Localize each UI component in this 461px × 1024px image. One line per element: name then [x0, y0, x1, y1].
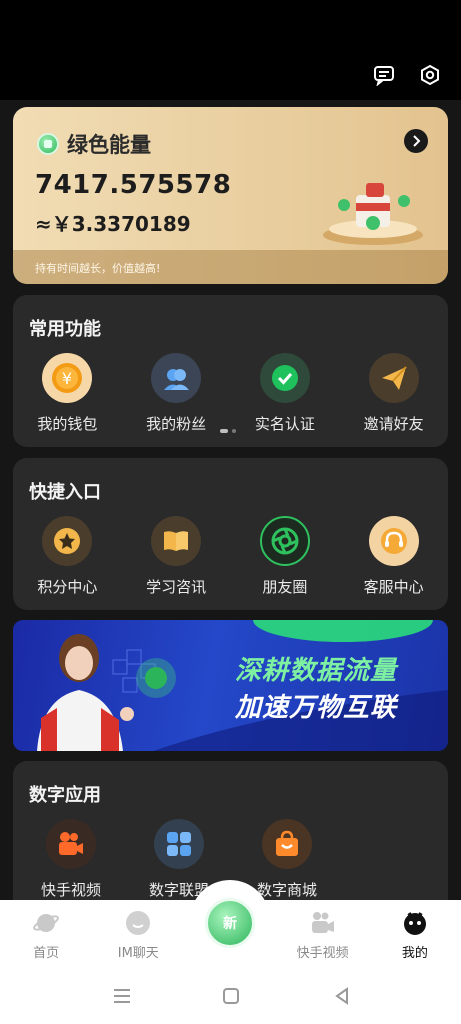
- main-scroll[interactable]: 绿色能量 7417.575578 ≈￥3.3370189 持有时间越长，价值越高…: [0, 100, 461, 900]
- points-entry[interactable]: 积分中心: [17, 516, 117, 597]
- menu-icon[interactable]: [110, 984, 134, 1008]
- shop-label: 数字商城: [256, 881, 317, 899]
- energy-footer-text: 持有时间越长，价值越高!: [35, 262, 161, 275]
- study-label: 学习咨讯: [146, 578, 207, 596]
- book-icon: [151, 516, 202, 566]
- service-entry[interactable]: 客服中心: [344, 516, 444, 597]
- green-energy-card[interactable]: 绿色能量 7417.575578 ≈￥3.3370189 持有时间越长，价值越高…: [13, 107, 448, 284]
- verify-entry[interactable]: 实名认证: [235, 353, 335, 434]
- nav-profile[interactable]: 我的: [375, 900, 455, 961]
- promo-banner[interactable]: 深耕数据流量 加速万物互联: [13, 620, 448, 751]
- quick-entry-title: 快捷入口: [29, 482, 101, 503]
- nav-chat-label: IM聊天: [117, 946, 159, 961]
- apps-icon: [154, 819, 204, 869]
- green-coin-icon: [37, 133, 59, 155]
- common-functions-grid: ¥ 我的钱包 我的粉丝 实名认证 邀请好友: [13, 353, 448, 434]
- svg-text:¥: ¥: [62, 369, 72, 388]
- chevron-right-icon[interactable]: [404, 129, 428, 153]
- invite-entry[interactable]: 邀请好友: [344, 353, 444, 434]
- invite-label: 邀请好友: [363, 415, 424, 433]
- energy-footer: 持有时间越长，价值越高!: [13, 250, 448, 284]
- center-coin-badge: 新: [223, 916, 237, 932]
- nav-home-label: 首页: [33, 946, 60, 961]
- nav-video-label: 快手视频: [296, 946, 349, 961]
- shop-icon: [262, 819, 312, 869]
- energy-title-row: 绿色能量: [37, 129, 151, 159]
- wallet-entry[interactable]: ¥ 我的钱包: [17, 353, 117, 434]
- banner-headline-1: 深耕数据流量: [235, 656, 398, 686]
- verify-icon: [259, 353, 310, 403]
- wallet-icon: ¥: [42, 353, 93, 403]
- common-functions-card: 常用功能 ¥ 我的钱包 我的粉丝 实名认证 邀请好友: [13, 295, 448, 447]
- nav-profile-label: 我的: [401, 946, 428, 961]
- quick-entry-card: 快捷入口 积分中心 学习咨讯 朋友圈 客服中心: [13, 458, 448, 610]
- top-bar: [0, 0, 461, 100]
- planet-icon: [33, 910, 59, 936]
- wallet-label: 我的钱包: [37, 415, 98, 433]
- home-square-icon[interactable]: [219, 984, 243, 1008]
- chat-icon: [125, 910, 151, 936]
- page-dot-active: [220, 429, 228, 433]
- fans-entry[interactable]: 我的粉丝: [126, 353, 226, 434]
- system-nav-bar: [0, 972, 461, 1024]
- settings-icon[interactable]: [417, 62, 443, 88]
- common-functions-title: 常用功能: [29, 319, 101, 340]
- energy-cny-value: ≈￥3.3370189: [35, 212, 191, 236]
- moments-icon: [259, 516, 310, 566]
- profile-icon: [402, 910, 428, 936]
- star-icon: [42, 516, 93, 566]
- video-label: 快手视频: [40, 881, 101, 899]
- digital-apps-title: 数字应用: [29, 785, 101, 806]
- page-indicator: [220, 429, 236, 433]
- invite-icon: [368, 353, 419, 403]
- moments-entry[interactable]: 朋友圈: [235, 516, 335, 597]
- fans-label: 我的粉丝: [146, 415, 207, 433]
- study-entry[interactable]: 学习咨讯: [126, 516, 226, 597]
- energy-title: 绿色能量: [67, 133, 151, 157]
- top-icons: [371, 62, 443, 88]
- quick-entry-grid: 积分中心 学习咨讯 朋友圈 客服中心: [13, 516, 448, 597]
- points-label: 积分中心: [37, 578, 98, 596]
- video-icon: [310, 910, 336, 936]
- headset-icon: [368, 516, 419, 566]
- banner-headline-2: 加速万物互联: [235, 693, 398, 723]
- video-icon: [46, 819, 96, 869]
- service-label: 客服中心: [363, 578, 424, 596]
- nav-video[interactable]: 快手视频: [283, 900, 363, 961]
- energy-amount: 7417.575578: [35, 170, 232, 200]
- back-triangle-icon[interactable]: [330, 984, 354, 1008]
- nav-home[interactable]: 首页: [6, 900, 86, 961]
- fans-icon: [151, 353, 202, 403]
- verify-label: 实名认证: [254, 415, 315, 433]
- presenter-image: [37, 634, 134, 751]
- moments-label: 朋友圈: [262, 578, 308, 596]
- video-entry[interactable]: 快手视频: [17, 819, 125, 900]
- gift-podium-icon: [323, 183, 423, 245]
- nav-chat[interactable]: IM聊天: [98, 900, 178, 961]
- message-icon[interactable]: [371, 62, 397, 88]
- center-coin-button[interactable]: 新: [205, 898, 255, 948]
- page-dot: [232, 429, 236, 433]
